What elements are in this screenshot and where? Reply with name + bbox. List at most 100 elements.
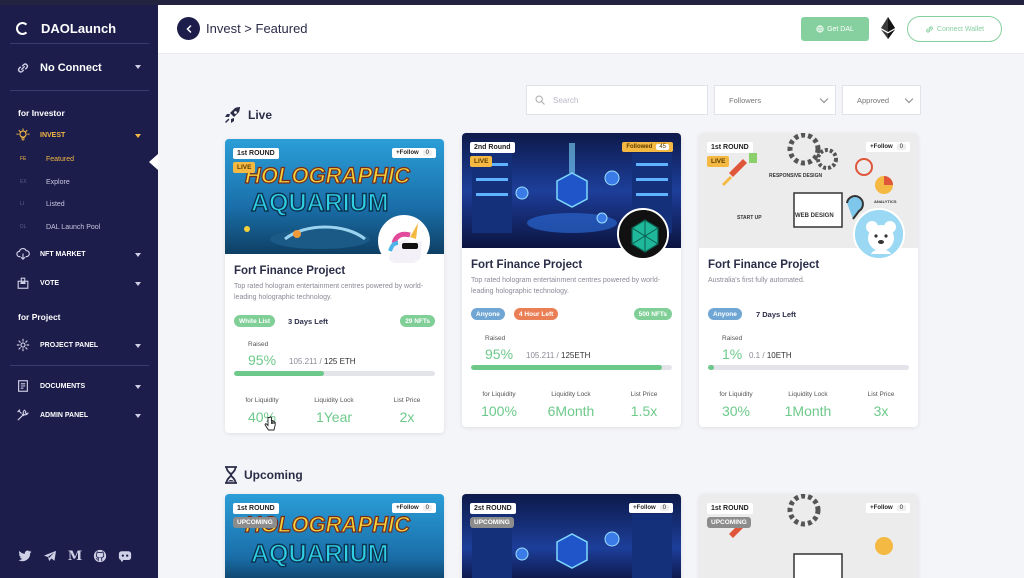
time-left-chip: 4 Hour Left xyxy=(514,308,559,320)
link-icon xyxy=(17,63,29,73)
lightbulb-icon xyxy=(16,128,30,141)
stat-label: Liquidity Lock xyxy=(314,397,354,404)
search-input[interactable] xyxy=(553,95,693,105)
upcoming-project-card[interactable]: 1st ROUND UPCOMING +Follow 0 xyxy=(699,494,918,578)
follow-count: 0 xyxy=(896,144,906,150)
project-title: Fort Finance Project xyxy=(471,259,583,271)
section-title-project: for Project xyxy=(18,312,61,322)
rocket-icon xyxy=(225,107,240,123)
chevron-down-icon xyxy=(135,282,141,286)
status-dropdown[interactable]: Approved xyxy=(842,85,921,115)
sidebar: DAOLaunch No Connect for Investor INVEST… xyxy=(0,5,158,578)
nft-count-chip: 29 NFTs xyxy=(400,315,435,327)
tools-icon xyxy=(17,409,29,421)
connect-wallet-button[interactable]: Connect Wallet xyxy=(907,16,1002,42)
subitem-label: Featured xyxy=(46,155,75,163)
raised-total: 125 ETH xyxy=(324,357,356,366)
back-button[interactable] xyxy=(177,17,200,40)
round-badge: 1st ROUND xyxy=(707,503,753,514)
chevron-down-icon xyxy=(135,65,141,69)
sidebar-subitem-dal-launch-pool[interactable]: DL DAL Launch Pool xyxy=(20,220,100,234)
sidebar-item-label: ADMIN PANEL xyxy=(40,411,89,419)
twitter-icon[interactable] xyxy=(18,549,32,563)
brand[interactable]: DAOLaunch xyxy=(16,17,116,39)
project-description: Top rated hologram entertainment centres… xyxy=(234,283,424,301)
sidebar-item-vote[interactable]: VOTE xyxy=(16,274,141,292)
follow-button[interactable]: +Follow 0 xyxy=(866,142,910,152)
search-box[interactable] xyxy=(526,85,708,115)
sort-dropdown[interactable]: Followers xyxy=(714,85,836,115)
upcoming-project-card[interactable]: HOLOGRAPHIC AQUARIUM 1st ROUND UPCOMING … xyxy=(225,494,444,578)
project-card[interactable]: 2nd Round LIVE Followed 45 Fort Finance … xyxy=(462,133,681,427)
upcoming-section-heading: Upcoming xyxy=(224,466,303,484)
raised-current: 105.211 / xyxy=(526,351,559,360)
raise-progress-fill xyxy=(708,365,715,370)
status-value: Approved xyxy=(857,95,890,105)
connect-wallet-label: Connect Wallet xyxy=(936,25,985,33)
sidebar-subitem-explore[interactable]: EX Explore xyxy=(20,175,70,189)
stat-label: List Price xyxy=(867,391,895,398)
chevron-down-icon xyxy=(135,134,141,138)
sidebar-item-project-panel[interactable]: PROJECT PANEL xyxy=(16,336,141,354)
upcoming-project-card[interactable]: 2st ROUND UPCOMING +Follow 0 xyxy=(462,494,681,578)
sidebar-divider xyxy=(10,90,149,91)
project-description: Australia's first fully automated. xyxy=(708,277,805,284)
follow-button[interactable]: +Follow 0 xyxy=(866,503,910,513)
banner-title-line1: HOLOGRAPHIC xyxy=(245,163,411,188)
document-icon xyxy=(18,380,28,392)
medium-icon[interactable]: M xyxy=(68,549,82,564)
stat-value: 1Year xyxy=(315,409,353,425)
hourglass-icon xyxy=(225,466,237,484)
crystal-avatar xyxy=(617,208,669,260)
live-badge: LIVE xyxy=(707,156,730,167)
stat-value: 6Month xyxy=(547,403,595,419)
brand-name: DAOLaunch xyxy=(41,20,117,36)
sidebar-divider xyxy=(10,43,149,44)
raise-progress-bar xyxy=(708,365,909,370)
raised-percent: 95% xyxy=(485,346,514,362)
discord-icon[interactable] xyxy=(118,549,132,563)
follow-button[interactable]: +Follow 0 xyxy=(392,503,436,513)
banner-start-up: START UP xyxy=(737,215,762,221)
project-description: Top rated hologram entertainment centres… xyxy=(471,277,661,295)
project-card[interactable]: HOLOGRAPHIC AQUARIUM 1st ROUND LIVE +Fol… xyxy=(225,139,444,433)
followed-button[interactable]: Followed 45 xyxy=(622,142,673,152)
sidebar-item-label: NFT MARKET xyxy=(40,250,86,258)
wallet-selector[interactable]: No Connect xyxy=(16,57,141,79)
follow-label: Followed xyxy=(626,144,653,150)
section-title-investor: for Investor xyxy=(18,108,65,118)
telegram-icon[interactable] xyxy=(43,549,57,563)
sidebar-subitem-listed[interactable]: LI Listed xyxy=(20,197,65,211)
sidebar-item-documents[interactable]: DOCUMENTS xyxy=(16,377,141,395)
live-badge: LIVE xyxy=(233,162,256,173)
raised-label: Raised xyxy=(248,341,269,348)
chevron-down-icon xyxy=(135,414,141,418)
sidebar-item-label: DOCUMENTS xyxy=(40,382,86,390)
project-title: Fort Finance Project xyxy=(234,265,346,277)
banner-title-line2: AQUARIUM xyxy=(251,540,389,568)
github-icon[interactable] xyxy=(93,549,107,563)
chevron-down-icon xyxy=(904,94,914,104)
sidebar-item-admin-panel[interactable]: ADMIN PANEL xyxy=(16,406,141,424)
follow-button[interactable]: +Follow 0 xyxy=(629,503,673,513)
sidebar-item-nft-market[interactable]: NFT MARKET xyxy=(16,245,141,263)
project-card[interactable]: WEB DESIGN RESPONSIVE DESIGN START UP AN… xyxy=(699,133,918,427)
stat-label: for Liquidity xyxy=(482,391,516,398)
follow-button[interactable]: +Follow 0 xyxy=(392,148,436,158)
raise-progress-bar xyxy=(471,365,672,370)
get-dal-button[interactable]: Get DAL xyxy=(801,17,869,41)
raised-current: 105.211 / xyxy=(289,357,322,366)
sidebar-item-invest[interactable]: INVEST xyxy=(16,126,141,144)
sidebar-subitem-featured[interactable]: FE Featured xyxy=(20,152,74,166)
follow-count: 0 xyxy=(896,505,906,511)
project-title: Fort Finance Project xyxy=(708,259,820,271)
ethereum-network-icon[interactable] xyxy=(881,17,895,44)
subitem-label: DAL Launch Pool xyxy=(46,223,101,231)
raised-label: Raised xyxy=(485,335,506,342)
stat-value: 1.5x xyxy=(630,403,658,419)
raised-amount: 105.211 / 125 ETH xyxy=(289,357,356,366)
main-content: Invest > Featured Get DAL Connect Wallet… xyxy=(158,5,1024,578)
banner-title-line2: AQUARIUM xyxy=(251,189,389,217)
round-badge: 2st ROUND xyxy=(470,503,516,514)
wallet-label: No Connect xyxy=(40,62,102,74)
